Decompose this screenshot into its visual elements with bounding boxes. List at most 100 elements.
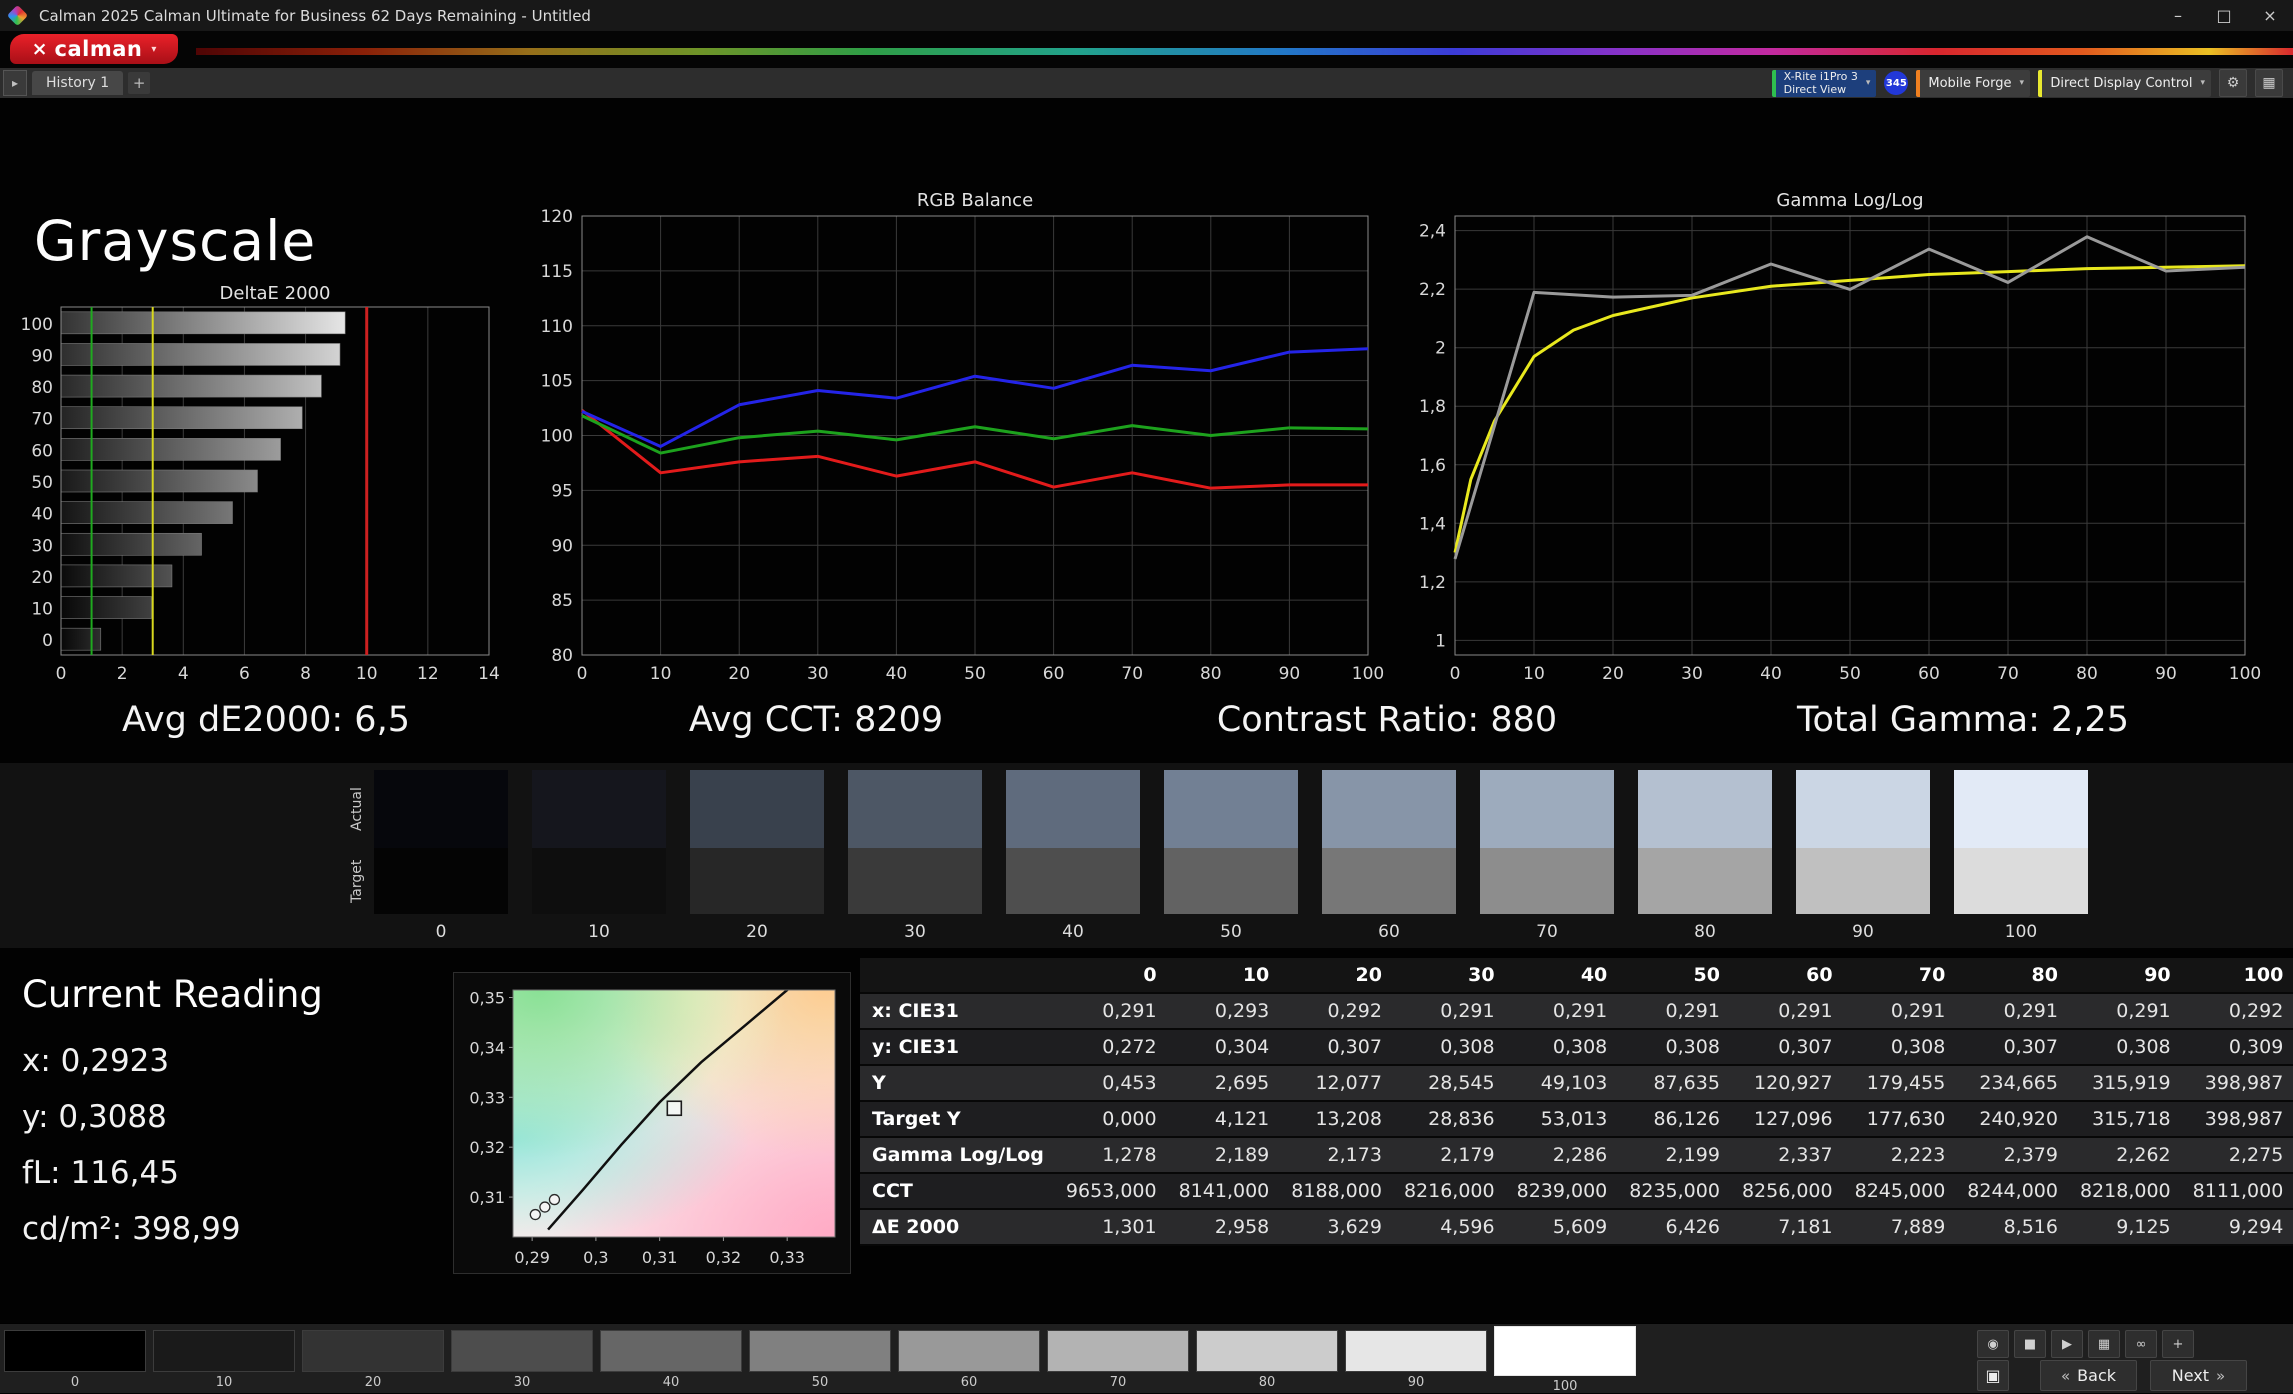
page-title: Grayscale xyxy=(34,208,317,273)
layout-icon[interactable]: ▦ xyxy=(2255,69,2283,97)
table-row-label: Target Y xyxy=(860,1101,1058,1138)
calman-menu-button[interactable]: × calman ▾ xyxy=(10,34,178,64)
swatch-target xyxy=(1322,848,1456,914)
maximize-button[interactable]: □ xyxy=(2201,0,2247,31)
swatch-actual xyxy=(1006,770,1140,848)
svg-text:30: 30 xyxy=(31,536,53,556)
table-cell: 2,337 xyxy=(1733,1137,1847,1174)
pattern-patch-90[interactable]: 90 xyxy=(1345,1330,1487,1394)
svg-text:10: 10 xyxy=(1523,664,1545,684)
table-row: Gamma Log/Log 1,278 2,189 2,173 2,179 2,286 2,… xyxy=(860,1137,2293,1174)
tab-history-1[interactable]: History 1 xyxy=(32,71,124,95)
table-cell: 2,199 xyxy=(1621,1137,1734,1174)
svg-text:0: 0 xyxy=(1450,664,1461,684)
table-cell: 8245,000 xyxy=(1846,1173,1960,1210)
pattern-patch-50[interactable]: 50 xyxy=(749,1330,891,1394)
target-row-label: Target xyxy=(349,859,365,903)
source-select[interactable]: Mobile Forge ▾ xyxy=(1916,69,2031,97)
transport-buttons: ◉ ■ ▶ ▦ ∞ + xyxy=(1977,1330,2194,1358)
swatch-target xyxy=(690,848,824,914)
pattern-patch-40[interactable]: 40 xyxy=(600,1330,742,1394)
minimize-button[interactable]: – xyxy=(2155,0,2201,31)
stop-button[interactable]: ■ xyxy=(2014,1330,2046,1358)
next-label: Next xyxy=(2171,1366,2210,1385)
table-col-header: 100 xyxy=(2184,958,2293,994)
pattern-patch-80[interactable]: 80 xyxy=(1196,1330,1338,1394)
svg-text:90: 90 xyxy=(1279,664,1301,684)
measure-button[interactable]: ◉ xyxy=(1977,1330,2009,1358)
logo-bar: × calman ▾ xyxy=(0,31,2293,68)
reading-cdm2: cd/m²: 398,99 xyxy=(22,1211,241,1247)
table-cell: 8235,000 xyxy=(1621,1173,1734,1210)
history-expand-button[interactable]: ▸ xyxy=(3,70,27,96)
pattern-patch-20[interactable]: 20 xyxy=(302,1330,444,1394)
table-col-header: 0 xyxy=(1057,958,1171,994)
table-cell: 240,920 xyxy=(1959,1101,2072,1138)
gear-icon[interactable]: ⚙ xyxy=(2219,69,2247,97)
svg-text:10: 10 xyxy=(31,600,53,620)
table-cell: 0,307 xyxy=(1959,1029,2072,1066)
table-col-header: 80 xyxy=(1959,958,2072,994)
swatch-row: 0 10 20 30 40 50 60 70 80 90 100 xyxy=(374,770,2112,942)
table-cell: 0,291 xyxy=(1959,993,2072,1030)
next-button[interactable]: Next » xyxy=(2150,1360,2247,1391)
svg-text:6: 6 xyxy=(239,664,250,684)
table-cell: 0,291 xyxy=(1395,993,1509,1030)
table-cell: 1,278 xyxy=(1057,1137,1171,1174)
grayscale-swatch-40: 40 xyxy=(1006,770,1140,942)
svg-text:70: 70 xyxy=(31,410,53,430)
swatch-label: 50 xyxy=(1220,922,1242,942)
pattern-patch-30[interactable]: 30 xyxy=(451,1330,593,1394)
display-control-select[interactable]: Direct Display Control ▾ xyxy=(2038,69,2211,97)
add-button[interactable]: + xyxy=(2162,1330,2194,1358)
table-cell: 177,630 xyxy=(1846,1101,1960,1138)
swatch-label: 40 xyxy=(1062,922,1084,942)
pattern-patch-10[interactable]: 10 xyxy=(153,1330,295,1394)
table-cell: 2,223 xyxy=(1846,1137,1960,1174)
pattern-button[interactable]: ▦ xyxy=(2088,1330,2120,1358)
table-col-header: 40 xyxy=(1508,958,1622,994)
swatch-label: 10 xyxy=(588,922,610,942)
table-cell: 2,179 xyxy=(1395,1137,1509,1174)
back-button[interactable]: « Back xyxy=(2040,1360,2137,1391)
table-cell: 53,013 xyxy=(1508,1101,1622,1138)
close-button[interactable]: × xyxy=(2247,0,2293,31)
meter-select-label: X-Rite i1Pro 3 Direct View xyxy=(1784,70,1858,96)
svg-text:4: 4 xyxy=(178,664,189,684)
grayscale-swatch-10: 10 xyxy=(532,770,666,942)
table-cell: 2,379 xyxy=(1959,1137,2072,1174)
back-icon: « xyxy=(2060,1366,2071,1385)
svg-text:100: 100 xyxy=(2229,664,2261,684)
add-tab-button[interactable]: + xyxy=(128,72,151,94)
play-button[interactable]: ▶ xyxy=(2051,1330,2083,1358)
meter-line2: Direct View xyxy=(1783,83,1847,96)
table-cell: 7,889 xyxy=(1846,1209,1960,1246)
svg-text:110: 110 xyxy=(541,317,573,337)
patch-color xyxy=(1494,1326,1636,1376)
pattern-patch-0[interactable]: 0 xyxy=(4,1330,146,1394)
table-cell: 8256,000 xyxy=(1733,1173,1847,1210)
meter-select[interactable]: X-Rite i1Pro 3 Direct View ▾ xyxy=(1771,69,1877,97)
table-cell: 28,836 xyxy=(1395,1101,1509,1138)
svg-text:2: 2 xyxy=(117,664,128,684)
patch-label: 50 xyxy=(811,1375,829,1390)
pattern-patch-100[interactable]: 100 xyxy=(1494,1326,1636,1394)
swatch-actual xyxy=(1638,770,1772,848)
table-cell: 0,293 xyxy=(1170,993,1284,1030)
continuous-button[interactable]: ∞ xyxy=(2125,1330,2157,1358)
next-icon: » xyxy=(2216,1366,2226,1385)
svg-text:90: 90 xyxy=(31,346,53,366)
pattern-patch-60[interactable]: 60 xyxy=(898,1330,1040,1394)
pattern-patch-70[interactable]: 70 xyxy=(1047,1330,1189,1394)
current-reading-title: Current Reading xyxy=(22,973,323,1016)
table-cell: 8111,000 xyxy=(2184,1173,2293,1210)
svg-text:40: 40 xyxy=(1760,664,1782,684)
pattern-window-button[interactable]: ▣ xyxy=(1977,1360,2009,1391)
svg-text:90: 90 xyxy=(551,536,573,556)
svg-text:80: 80 xyxy=(1200,664,1222,684)
svg-text:0,35: 0,35 xyxy=(469,988,505,1007)
patch-label: 30 xyxy=(513,1375,531,1390)
table-cell: 179,455 xyxy=(1846,1065,1960,1102)
table-cell: 2,286 xyxy=(1508,1137,1622,1174)
app-logo-icon xyxy=(6,4,29,27)
